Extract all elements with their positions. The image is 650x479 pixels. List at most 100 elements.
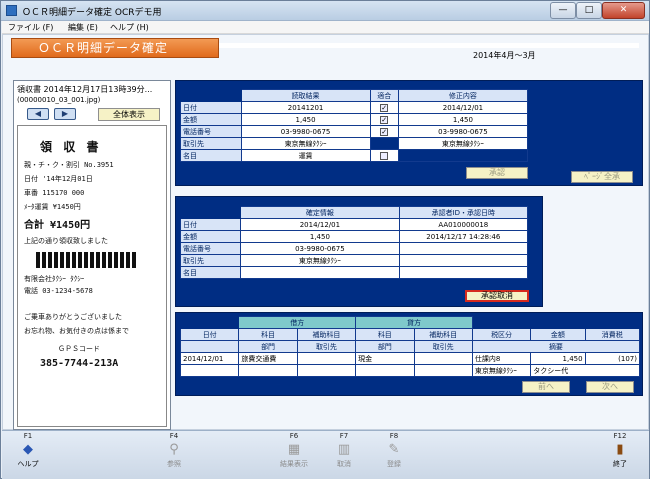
- prev-record-button[interactable]: 前へ: [522, 381, 570, 393]
- ocr-row-label: 金額: [180, 113, 242, 126]
- journal-header-credit-partner: 取引先: [413, 340, 473, 353]
- approve-button[interactable]: 承認: [466, 167, 528, 179]
- receipt-line: お忘れ物、お気付きの点は係まで: [24, 327, 129, 335]
- menu-help[interactable]: ヘルプ (H): [110, 22, 149, 33]
- menu-file[interactable]: ファイル (F): [8, 22, 53, 33]
- journal-debit-subject[interactable]: 旅費交通費: [238, 352, 298, 365]
- receipt-image[interactable]: 領 収 書 親・チ・ク・割引 No.3951 日付 '14年12月01日 車番 …: [17, 125, 167, 427]
- confirm-extra-cell: [398, 242, 529, 255]
- confirm-row-label: 取引先: [179, 254, 242, 267]
- journal-header-vat: 消費税: [584, 328, 641, 341]
- fit-checkbox[interactable]: [380, 151, 389, 160]
- journal-header-summary: 摘要: [471, 340, 641, 353]
- journal-credit-partner[interactable]: [413, 364, 473, 377]
- fkey-label: F12: [613, 432, 627, 440]
- receipt-line: 日付 '14年12月01日: [24, 175, 93, 183]
- journal-header-credit-sub: 補助科目: [413, 328, 473, 341]
- ocr-corrected-cell[interactable]: 2014/12/01: [397, 101, 529, 114]
- journal-debit-dept[interactable]: [238, 364, 298, 377]
- fit-checkbox[interactable]: ✓: [380, 103, 389, 112]
- ocr-row-label: 名目: [180, 149, 242, 162]
- journal-header-debit-dept: 部門: [238, 340, 298, 353]
- journal-header-debit-subject: 科目: [238, 328, 298, 341]
- fkey-caption: 結果表示: [280, 460, 308, 468]
- fkey-label: F4: [169, 432, 179, 440]
- receipt-line: 親・チ・ク・割引 No.3951: [24, 161, 114, 169]
- fkey-label: F8: [389, 432, 399, 440]
- journal-header-debit-partner: 取引先: [296, 340, 357, 353]
- fkey-label: F6: [289, 432, 299, 440]
- debit-header: 借方: [238, 316, 357, 329]
- app-icon: [6, 5, 17, 16]
- journal-debit-partner[interactable]: [296, 364, 357, 377]
- journal-tax[interactable]: 仕課内8: [471, 352, 532, 365]
- ocr-result-table: 読取結果 適合 修正内容 日付 20141201 ✓ 2014/12/01 金額…: [180, 89, 529, 162]
- approval-datetime: 2014/12/17 14:28:46: [398, 230, 529, 243]
- journal-header-date: 日付: [179, 328, 240, 341]
- journal-credit-sub[interactable]: [413, 352, 473, 365]
- f1-help-button[interactable]: F1 ◆ ヘルプ: [8, 432, 48, 478]
- f7-cancel-button[interactable]: F7 ▥ 取消: [324, 432, 364, 478]
- journal-amount[interactable]: 1,450: [530, 352, 586, 365]
- document-viewer: 領収書 2014年12月17日13時39分... (00000010_03_00…: [13, 80, 171, 430]
- ocr-corrected-cell: [397, 149, 529, 162]
- ocr-result-cell: 1,450: [240, 113, 371, 126]
- menu-bar: ファイル (F) 編集 (E) ヘルプ (H): [2, 21, 649, 34]
- fit-checkbox[interactable]: ✓: [380, 127, 389, 136]
- ocr-result-cell: 運賃: [240, 149, 371, 162]
- close-button[interactable]: ✕: [602, 2, 645, 19]
- receipt-gps-code: 385-7744-213A: [40, 358, 119, 369]
- main-client-area: ＯＣＲ明細データ確定 2014年4月～3月 領収書 2014年12月17日13時…: [2, 34, 649, 430]
- journal-header-credit-subject: 科目: [355, 328, 415, 341]
- fkey-label: F7: [339, 432, 349, 440]
- f4-reference-button[interactable]: F4 ⚲ 参照: [154, 432, 194, 478]
- fit-cell-empty: [369, 137, 399, 150]
- window-title: ＯＣＲ明細データ確定 OCRデモ用: [22, 8, 162, 18]
- ocr-header-fit: 適合: [369, 89, 399, 102]
- journal-credit-dept[interactable]: [355, 364, 415, 377]
- minimize-button[interactable]: —: [550, 2, 576, 19]
- maximize-button[interactable]: □: [576, 2, 602, 19]
- confirm-value-cell: 1,450: [240, 230, 400, 243]
- trash-icon: ▥: [337, 442, 351, 457]
- banner-strip: [219, 43, 639, 48]
- journal-vat[interactable]: (107): [584, 352, 641, 365]
- journal-credit-subject[interactable]: 現金: [355, 352, 415, 365]
- confirm-extra-cell: [398, 254, 529, 267]
- approver-id: AA010000018: [398, 218, 529, 231]
- menu-edit[interactable]: 編集 (E): [68, 22, 98, 33]
- journal-header-credit-dept: 部門: [355, 340, 415, 353]
- fkey-caption: 登録: [387, 460, 401, 468]
- prev-page-button[interactable]: ◀: [27, 108, 49, 120]
- document-title: 領収書 2014年12月17日13時39分...: [17, 85, 153, 94]
- cancel-approval-button[interactable]: 承認取消: [465, 290, 529, 302]
- confirm-row-label: 電話番号: [179, 242, 242, 255]
- ocr-row-label: 取引先: [180, 137, 242, 150]
- journal-summary[interactable]: タクシー代: [530, 364, 640, 377]
- ocr-corrected-cell[interactable]: 東京無線ﾀｸｼｰ: [397, 137, 529, 150]
- f12-exit-button[interactable]: F12 ▮ 終了: [600, 432, 640, 478]
- next-page-button[interactable]: ▶: [54, 108, 76, 120]
- page-approve-all-button[interactable]: ﾍﾟｰｼﾞ全承: [571, 171, 633, 183]
- confirm-row-label: 日付: [179, 218, 242, 231]
- confirmed-info-table: 確定情報 承認者ID・承認日時 日付 2014/12/01 AA01000001…: [179, 206, 529, 279]
- f8-register-button[interactable]: F8 ✎ 登録: [374, 432, 414, 478]
- fkey-caption: 取消: [337, 460, 351, 468]
- title-bar[interactable]: ＯＣＲ明細データ確定 OCRデモ用 — □ ✕: [1, 1, 649, 21]
- ocr-result-cell: 20141201: [240, 101, 371, 114]
- ocr-result-cell: 東京無線ﾀｸｼｰ: [240, 137, 371, 150]
- receipt-line: 電話 03-1234-5678: [24, 287, 93, 295]
- calculator-icon: ▦: [287, 442, 301, 457]
- journal-debit-sub[interactable]: [296, 352, 357, 365]
- confirm-value-cell: 東京無線ﾀｸｼｰ: [240, 254, 400, 267]
- receipt-line: 領 収 書: [40, 140, 101, 154]
- next-record-button[interactable]: 次へ: [586, 381, 634, 393]
- ocr-corrected-cell[interactable]: 03-9980-0675: [397, 125, 529, 138]
- fkey-caption: ヘルプ: [17, 460, 39, 468]
- journal-date[interactable]: 2014/12/01: [179, 352, 240, 365]
- fit-checkbox[interactable]: ✓: [380, 115, 389, 124]
- full-view-button[interactable]: 全体表示: [98, 108, 160, 121]
- f6-result-button[interactable]: F6 ▦ 結果表示: [274, 432, 314, 478]
- journal-summary-partner[interactable]: 東京無線ﾀｸｼｰ: [471, 364, 532, 377]
- ocr-corrected-cell[interactable]: 1,450: [397, 113, 529, 126]
